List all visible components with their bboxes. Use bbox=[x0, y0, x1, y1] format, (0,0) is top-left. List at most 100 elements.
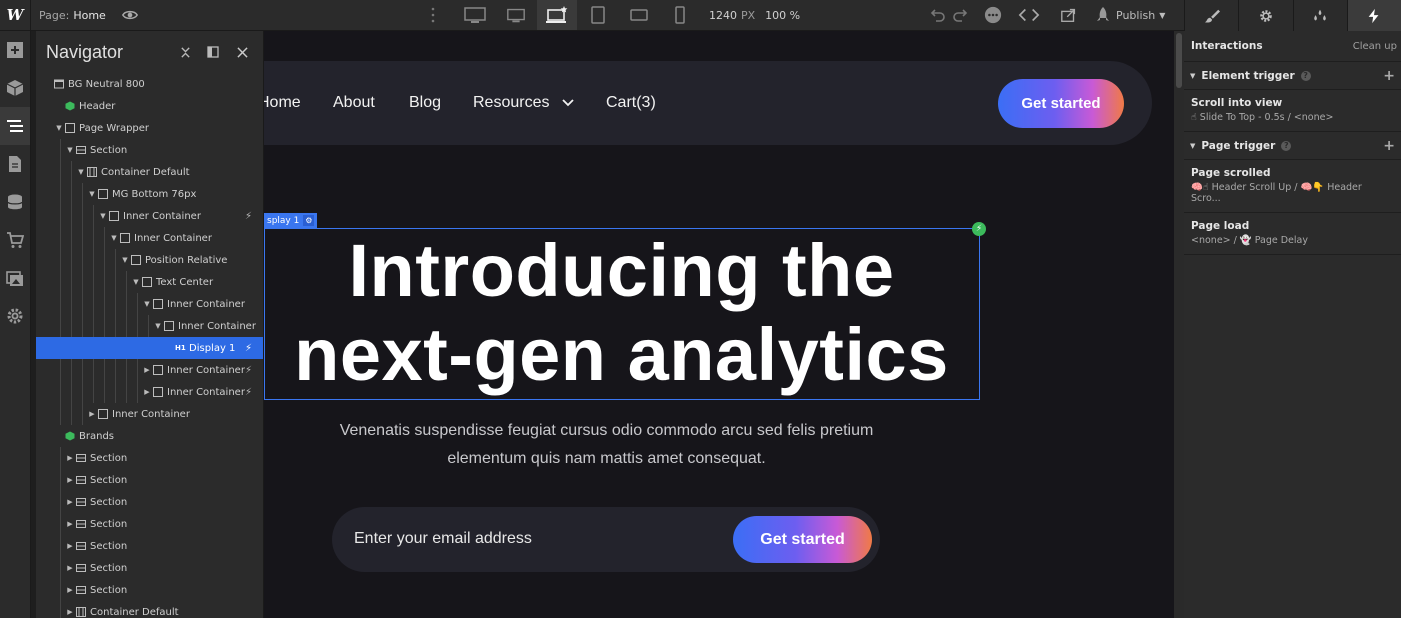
trigger-scroll-into-view[interactable]: Scroll into view ☝ Slide To Top - 0.5s /… bbox=[1184, 89, 1401, 131]
caret-right-icon[interactable]: ▶ bbox=[66, 608, 74, 616]
navigator-item[interactable]: BG Neutral 800 bbox=[36, 73, 263, 95]
ecommerce-cart-icon[interactable] bbox=[0, 221, 30, 259]
tablet-breakpoint-icon[interactable] bbox=[578, 0, 618, 30]
mobile-portrait-breakpoint-icon[interactable] bbox=[660, 0, 700, 30]
symbols-icon[interactable] bbox=[0, 69, 30, 107]
caret-down-icon[interactable]: ▼ bbox=[110, 234, 118, 242]
caret-right-icon[interactable]: ▶ bbox=[66, 520, 74, 528]
hero-heading[interactable]: Introducing the next-gen analytics bbox=[264, 229, 979, 397]
navigator-item[interactable]: ▶ Container Default bbox=[36, 601, 263, 618]
caret-right-icon[interactable]: ▶ bbox=[66, 454, 74, 462]
add-trigger-plus-icon[interactable]: + bbox=[1383, 138, 1395, 154]
caret-right-icon[interactable]: ▶ bbox=[66, 586, 74, 594]
caret-down-icon[interactable]: ▼ bbox=[143, 300, 151, 308]
nav-link-resources[interactable]: Resources bbox=[473, 94, 549, 112]
navigator-item[interactable]: ▼ Section bbox=[36, 139, 263, 161]
caret-right-icon[interactable]: ▶ bbox=[66, 498, 74, 506]
navigator-item[interactable]: ▶ Inner Container ⚡ bbox=[36, 359, 263, 381]
tab-style[interactable] bbox=[1184, 0, 1238, 31]
trigger-page-load[interactable]: Page load <none> / 👻 Page Delay bbox=[1184, 212, 1401, 254]
navigator-item[interactable]: ▶ Section bbox=[36, 513, 263, 535]
webflow-logo[interactable]: W bbox=[0, 0, 31, 30]
navigator-item[interactable]: ▼ Text Center bbox=[36, 271, 263, 293]
code-icon[interactable] bbox=[1017, 0, 1041, 30]
assets-icon[interactable] bbox=[0, 259, 30, 297]
navigator-item[interactable]: ▼ Page Wrapper bbox=[36, 117, 263, 139]
nav-link-about[interactable]: About bbox=[333, 94, 375, 112]
element-settings-gear-icon[interactable]: ⚙ bbox=[303, 215, 315, 226]
nav-link-cart[interactable]: Cart(3) bbox=[606, 94, 656, 112]
scrollbar-thumb[interactable] bbox=[1176, 33, 1182, 88]
page-selector[interactable]: Page: Home bbox=[39, 0, 106, 30]
caret-down-icon[interactable]: ▼ bbox=[121, 256, 129, 264]
get-started-button[interactable]: Get started bbox=[998, 79, 1124, 128]
publish-button[interactable]: Publish ▼ bbox=[1094, 0, 1165, 30]
undo-icon[interactable] bbox=[928, 0, 946, 30]
comments-icon[interactable] bbox=[982, 0, 1004, 30]
navigator-item[interactable]: ▶ Section bbox=[36, 491, 263, 513]
help-icon[interactable]: ? bbox=[1281, 140, 1292, 151]
caret-down-icon[interactable]: ▼ bbox=[55, 124, 63, 132]
navigator-item[interactable]: Brands bbox=[36, 425, 263, 447]
navigator-item[interactable]: ▶ Section bbox=[36, 447, 263, 469]
nav-link-home[interactable]: Home bbox=[264, 94, 301, 112]
design-canvas[interactable]: Home About Blog Resources Cart(3) Get st… bbox=[264, 31, 1174, 618]
caret-right-icon[interactable]: ▶ bbox=[66, 476, 74, 484]
tab-style-manager[interactable] bbox=[1292, 0, 1347, 31]
caret-right-icon[interactable]: ▶ bbox=[66, 542, 74, 550]
tab-interactions[interactable] bbox=[1346, 0, 1401, 31]
navigator-item[interactable]: H1 Display 1 ⚡ bbox=[36, 337, 263, 359]
dock-panel-icon[interactable] bbox=[204, 43, 222, 61]
navigator-item[interactable]: ▼ Inner Container ⚡ bbox=[36, 205, 263, 227]
preview-eye-icon[interactable] bbox=[120, 0, 140, 30]
caret-down-icon[interactable]: ▼ bbox=[132, 278, 140, 286]
navigator-item[interactable]: ▶ Section bbox=[36, 535, 263, 557]
collapse-all-icon[interactable] bbox=[176, 43, 194, 61]
navigator-item[interactable]: ▶ Section bbox=[36, 579, 263, 601]
element-trigger-header[interactable]: ▼ Element trigger ? + bbox=[1184, 62, 1401, 89]
mobile-landscape-breakpoint-icon[interactable] bbox=[619, 0, 659, 30]
selected-element-tag[interactable]: splay 1 ⚙ bbox=[264, 213, 318, 228]
desktop-base-breakpoint-icon[interactable] bbox=[537, 0, 577, 30]
redo-icon[interactable] bbox=[952, 0, 970, 30]
site-settings-gear-icon[interactable] bbox=[0, 297, 30, 335]
add-elements-icon[interactable] bbox=[0, 31, 30, 69]
navigator-item[interactable]: ▶ Inner Container ⚡ bbox=[36, 381, 263, 403]
caret-right-icon[interactable]: ▶ bbox=[143, 388, 151, 396]
page-trigger-header[interactable]: ▼ Page trigger ? + bbox=[1184, 132, 1401, 159]
navigator-item[interactable]: ▼ Container Default bbox=[36, 161, 263, 183]
more-vertical-icon[interactable] bbox=[424, 0, 442, 30]
desktop-medium-breakpoint-icon[interactable] bbox=[496, 0, 536, 30]
caret-down-icon[interactable]: ▼ bbox=[88, 190, 96, 198]
caret-down-icon[interactable]: ▼ bbox=[66, 146, 74, 154]
caret-down-icon[interactable]: ▼ bbox=[99, 212, 107, 220]
pages-icon[interactable] bbox=[0, 145, 30, 183]
caret-down-icon[interactable]: ▼ bbox=[154, 322, 162, 330]
caret-down-icon[interactable]: ▼ bbox=[77, 168, 85, 176]
close-icon[interactable] bbox=[233, 43, 251, 61]
caret-right-icon[interactable]: ▶ bbox=[143, 366, 151, 374]
navigator-item[interactable]: ▼ Inner Container bbox=[36, 315, 263, 337]
caret-right-icon[interactable]: ▶ bbox=[66, 564, 74, 572]
help-icon[interactable]: ? bbox=[1300, 70, 1311, 81]
navigator-item[interactable]: ▼ Inner Container bbox=[36, 293, 263, 315]
navigator-item[interactable]: ▶ Section bbox=[36, 469, 263, 491]
nav-link-blog[interactable]: Blog bbox=[409, 94, 441, 112]
trigger-page-scrolled[interactable]: Page scrolled 🧠☝ Header Scroll Up / 🧠👇 H… bbox=[1184, 159, 1401, 212]
navigator-item[interactable]: ▼ Inner Container bbox=[36, 227, 263, 249]
share-export-icon[interactable] bbox=[1058, 0, 1080, 30]
add-trigger-plus-icon[interactable]: + bbox=[1383, 68, 1395, 84]
canvas-scrollbar[interactable] bbox=[1174, 31, 1184, 618]
navigator-item[interactable]: ▼ MG Bottom 76px bbox=[36, 183, 263, 205]
email-submit-button[interactable]: Get started bbox=[733, 516, 872, 563]
clean-up-link[interactable]: Clean up bbox=[1353, 41, 1397, 52]
navigator-item[interactable]: ▶ Section bbox=[36, 557, 263, 579]
tab-settings[interactable] bbox=[1238, 0, 1292, 31]
caret-right-icon[interactable]: ▶ bbox=[88, 410, 96, 418]
navigator-item[interactable]: ▼ Position Relative bbox=[36, 249, 263, 271]
navigator-icon[interactable] bbox=[0, 107, 30, 145]
cms-icon[interactable] bbox=[0, 183, 30, 221]
navigator-item[interactable]: ▶ Inner Container bbox=[36, 403, 263, 425]
navigator-item[interactable]: Header bbox=[36, 95, 263, 117]
email-input[interactable]: Enter your email address bbox=[354, 530, 532, 548]
